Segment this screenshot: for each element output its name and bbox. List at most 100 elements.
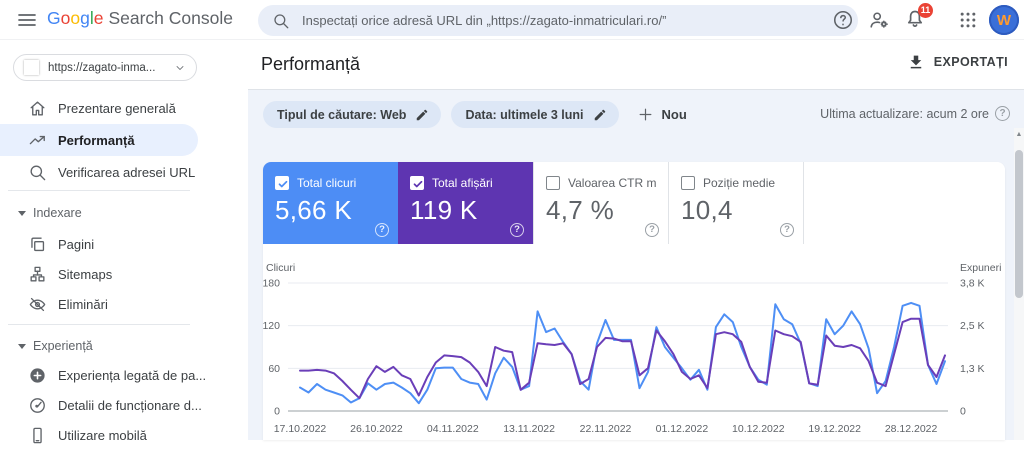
- svg-text:17.10.2022: 17.10.2022: [274, 423, 327, 435]
- help-circle-icon[interactable]: ?: [645, 223, 659, 237]
- performance-chart-svg: Clicuri Expuneri 180 3,8 K 120 2,5 K 60 1,3 K 0 0…: [263, 262, 1001, 435]
- hamburger-menu-icon[interactable]: [15, 8, 39, 32]
- manage-users-icon[interactable]: [868, 9, 890, 31]
- metric-value: 5,66 K: [275, 195, 352, 225]
- smartphone-icon: [33, 427, 42, 443]
- divider: [8, 324, 190, 325]
- svg-text:Clicuri: Clicuri: [266, 262, 295, 274]
- svg-text:04.11.2022: 04.11.2022: [427, 423, 479, 435]
- svg-text:26.10.2022: 26.10.2022: [350, 423, 403, 435]
- avatar[interactable]: W: [989, 5, 1019, 35]
- metric-tile-clicks[interactable]: Total clicuri 5,66 K ?: [263, 162, 398, 244]
- scrollbar-thumb[interactable]: [1015, 150, 1023, 298]
- help-circle-icon[interactable]: ?: [995, 106, 1010, 121]
- svg-text:01.12.2022: 01.12.2022: [656, 423, 709, 435]
- collapse-caret-icon: [18, 210, 26, 216]
- sidebar-section-experience[interactable]: Experiență: [0, 334, 198, 358]
- filter-bar: Tipul de căutare: Web Data: ultimele 3 l…: [263, 101, 687, 128]
- sidebar-item-mobile-usability[interactable]: Utilizare mobilă: [0, 419, 198, 451]
- apps-grid-icon[interactable]: [958, 10, 980, 32]
- trending-up-icon: [29, 135, 45, 144]
- property-selector[interactable]: https://zagato-inma...: [13, 54, 197, 81]
- metric-label: Total clicuri: [297, 176, 357, 190]
- main-content: Performanță EXPORTAȚI Tipul de căutare: …: [248, 40, 1024, 440]
- metric-value: 10,4: [681, 195, 733, 225]
- svg-text:180: 180: [263, 278, 280, 290]
- edit-pencil-icon[interactable]: [593, 108, 607, 122]
- notification-badge: 11: [918, 3, 933, 18]
- performance-chart[interactable]: Clicuri Expuneri 180 3,8 K 120 2,5 K 60 1,3 K 0 0…: [263, 244, 1005, 440]
- svg-text:0: 0: [960, 406, 966, 418]
- title-strip: Performanță EXPORTAȚI: [248, 40, 1024, 89]
- checkbox-impressions[interactable]: [410, 176, 424, 190]
- google-search-console-logo: Google Search Console: [47, 8, 233, 29]
- help-icon[interactable]: [832, 9, 854, 31]
- help-circle-icon[interactable]: ?: [510, 223, 524, 237]
- checkbox-clicks[interactable]: [275, 176, 289, 190]
- metric-label: Total afișări: [432, 176, 493, 190]
- sidebar-item-sitemaps[interactable]: Sitemaps: [0, 258, 198, 290]
- url-inspection-search[interactable]: [258, 5, 858, 36]
- metric-tile-impressions[interactable]: Total afișări 119 K ?: [398, 162, 533, 244]
- sitemap-icon: [30, 266, 45, 282]
- collapse-caret-icon: [18, 343, 26, 349]
- notifications-bell-icon[interactable]: 11: [903, 3, 933, 33]
- property-favicon: [24, 60, 39, 75]
- metric-tiles: Total clicuri 5,66 K ? Total afișări 119…: [263, 162, 1005, 244]
- sidebar-item-page-experience[interactable]: Experiența legată de pa...: [0, 359, 206, 391]
- scrollbar-up-arrow[interactable]: ▲: [1014, 128, 1024, 142]
- help-circle-icon[interactable]: ?: [375, 223, 389, 237]
- sidebar-section-indexing[interactable]: Indexare: [0, 201, 198, 225]
- metric-value: 4,7 %: [546, 195, 614, 225]
- svg-text:1,3 K: 1,3 K: [960, 363, 985, 375]
- svg-text:28.12.2022: 28.12.2022: [885, 423, 938, 435]
- new-filter-button[interactable]: Nou: [637, 106, 687, 123]
- svg-text:120: 120: [263, 320, 280, 332]
- svg-text:13.11.2022: 13.11.2022: [503, 423, 555, 435]
- tile-filler: [803, 162, 1005, 244]
- svg-text:60: 60: [268, 363, 280, 375]
- google-wordmark: Google: [47, 8, 104, 28]
- metric-label: Valoarea CTR me...: [568, 176, 656, 190]
- filter-chip-search-type[interactable]: Tipul de căutare: Web: [263, 101, 442, 128]
- sidebar-item-overview[interactable]: Prezentare generală: [0, 92, 198, 124]
- vertical-scrollbar[interactable]: ▲: [1014, 128, 1024, 440]
- help-circle-icon[interactable]: ?: [780, 223, 794, 237]
- eye-off-icon: [29, 297, 46, 311]
- page-title: Performanță: [261, 54, 361, 74]
- property-label: https://zagato-inma...: [48, 61, 156, 74]
- svg-text:22.11.2022: 22.11.2022: [580, 423, 632, 435]
- chevron-down-icon: [176, 65, 184, 70]
- product-name: Search Console: [108, 8, 233, 28]
- checkbox-position[interactable]: [681, 176, 695, 190]
- sidebar-item-pages[interactable]: Pagini: [0, 228, 198, 260]
- svg-text:19.12.2022: 19.12.2022: [808, 423, 861, 435]
- checkbox-ctr[interactable]: [546, 176, 560, 190]
- search-icon: [30, 164, 46, 180]
- svg-text:0: 0: [274, 406, 280, 418]
- sidebar-item-url-inspection[interactable]: Verificarea adresei URL: [0, 156, 198, 188]
- sidebar-item-core-web-vitals[interactable]: Detalii de funcționare d...: [0, 389, 202, 421]
- home-icon: [30, 100, 45, 116]
- sidebar-item-performance[interactable]: Performanță: [0, 124, 198, 156]
- speedometer-icon: [30, 397, 45, 413]
- metric-value: 119 K: [410, 195, 478, 225]
- plus-icon: [639, 108, 651, 121]
- edit-pencil-icon[interactable]: [415, 108, 429, 122]
- performance-card: Total clicuri 5,66 K ? Total afișări 119…: [263, 162, 1005, 440]
- svg-text:2,5 K: 2,5 K: [960, 320, 985, 332]
- search-icon: [274, 13, 289, 28]
- last-update: Ultima actualizare: acum 2 ore ?: [820, 106, 1010, 121]
- sidebar-item-removals[interactable]: Eliminări: [0, 288, 198, 320]
- pages-icon: [31, 236, 45, 251]
- svg-text:10.12.2022: 10.12.2022: [732, 423, 785, 435]
- metric-tile-ctr[interactable]: Valoarea CTR me... 4,7 % ?: [533, 162, 668, 244]
- export-button[interactable]: EXPORTAȚI: [907, 53, 1008, 71]
- divider: [248, 89, 1024, 90]
- download-icon: [910, 55, 922, 69]
- filter-chip-date-range[interactable]: Data: ultimele 3 luni: [451, 101, 619, 128]
- metric-label: Poziție medie: [703, 176, 776, 190]
- metric-tile-position[interactable]: Poziție medie 10,4 ?: [668, 162, 803, 244]
- search-input[interactable]: [302, 13, 844, 28]
- plus-circle-icon: [30, 367, 45, 383]
